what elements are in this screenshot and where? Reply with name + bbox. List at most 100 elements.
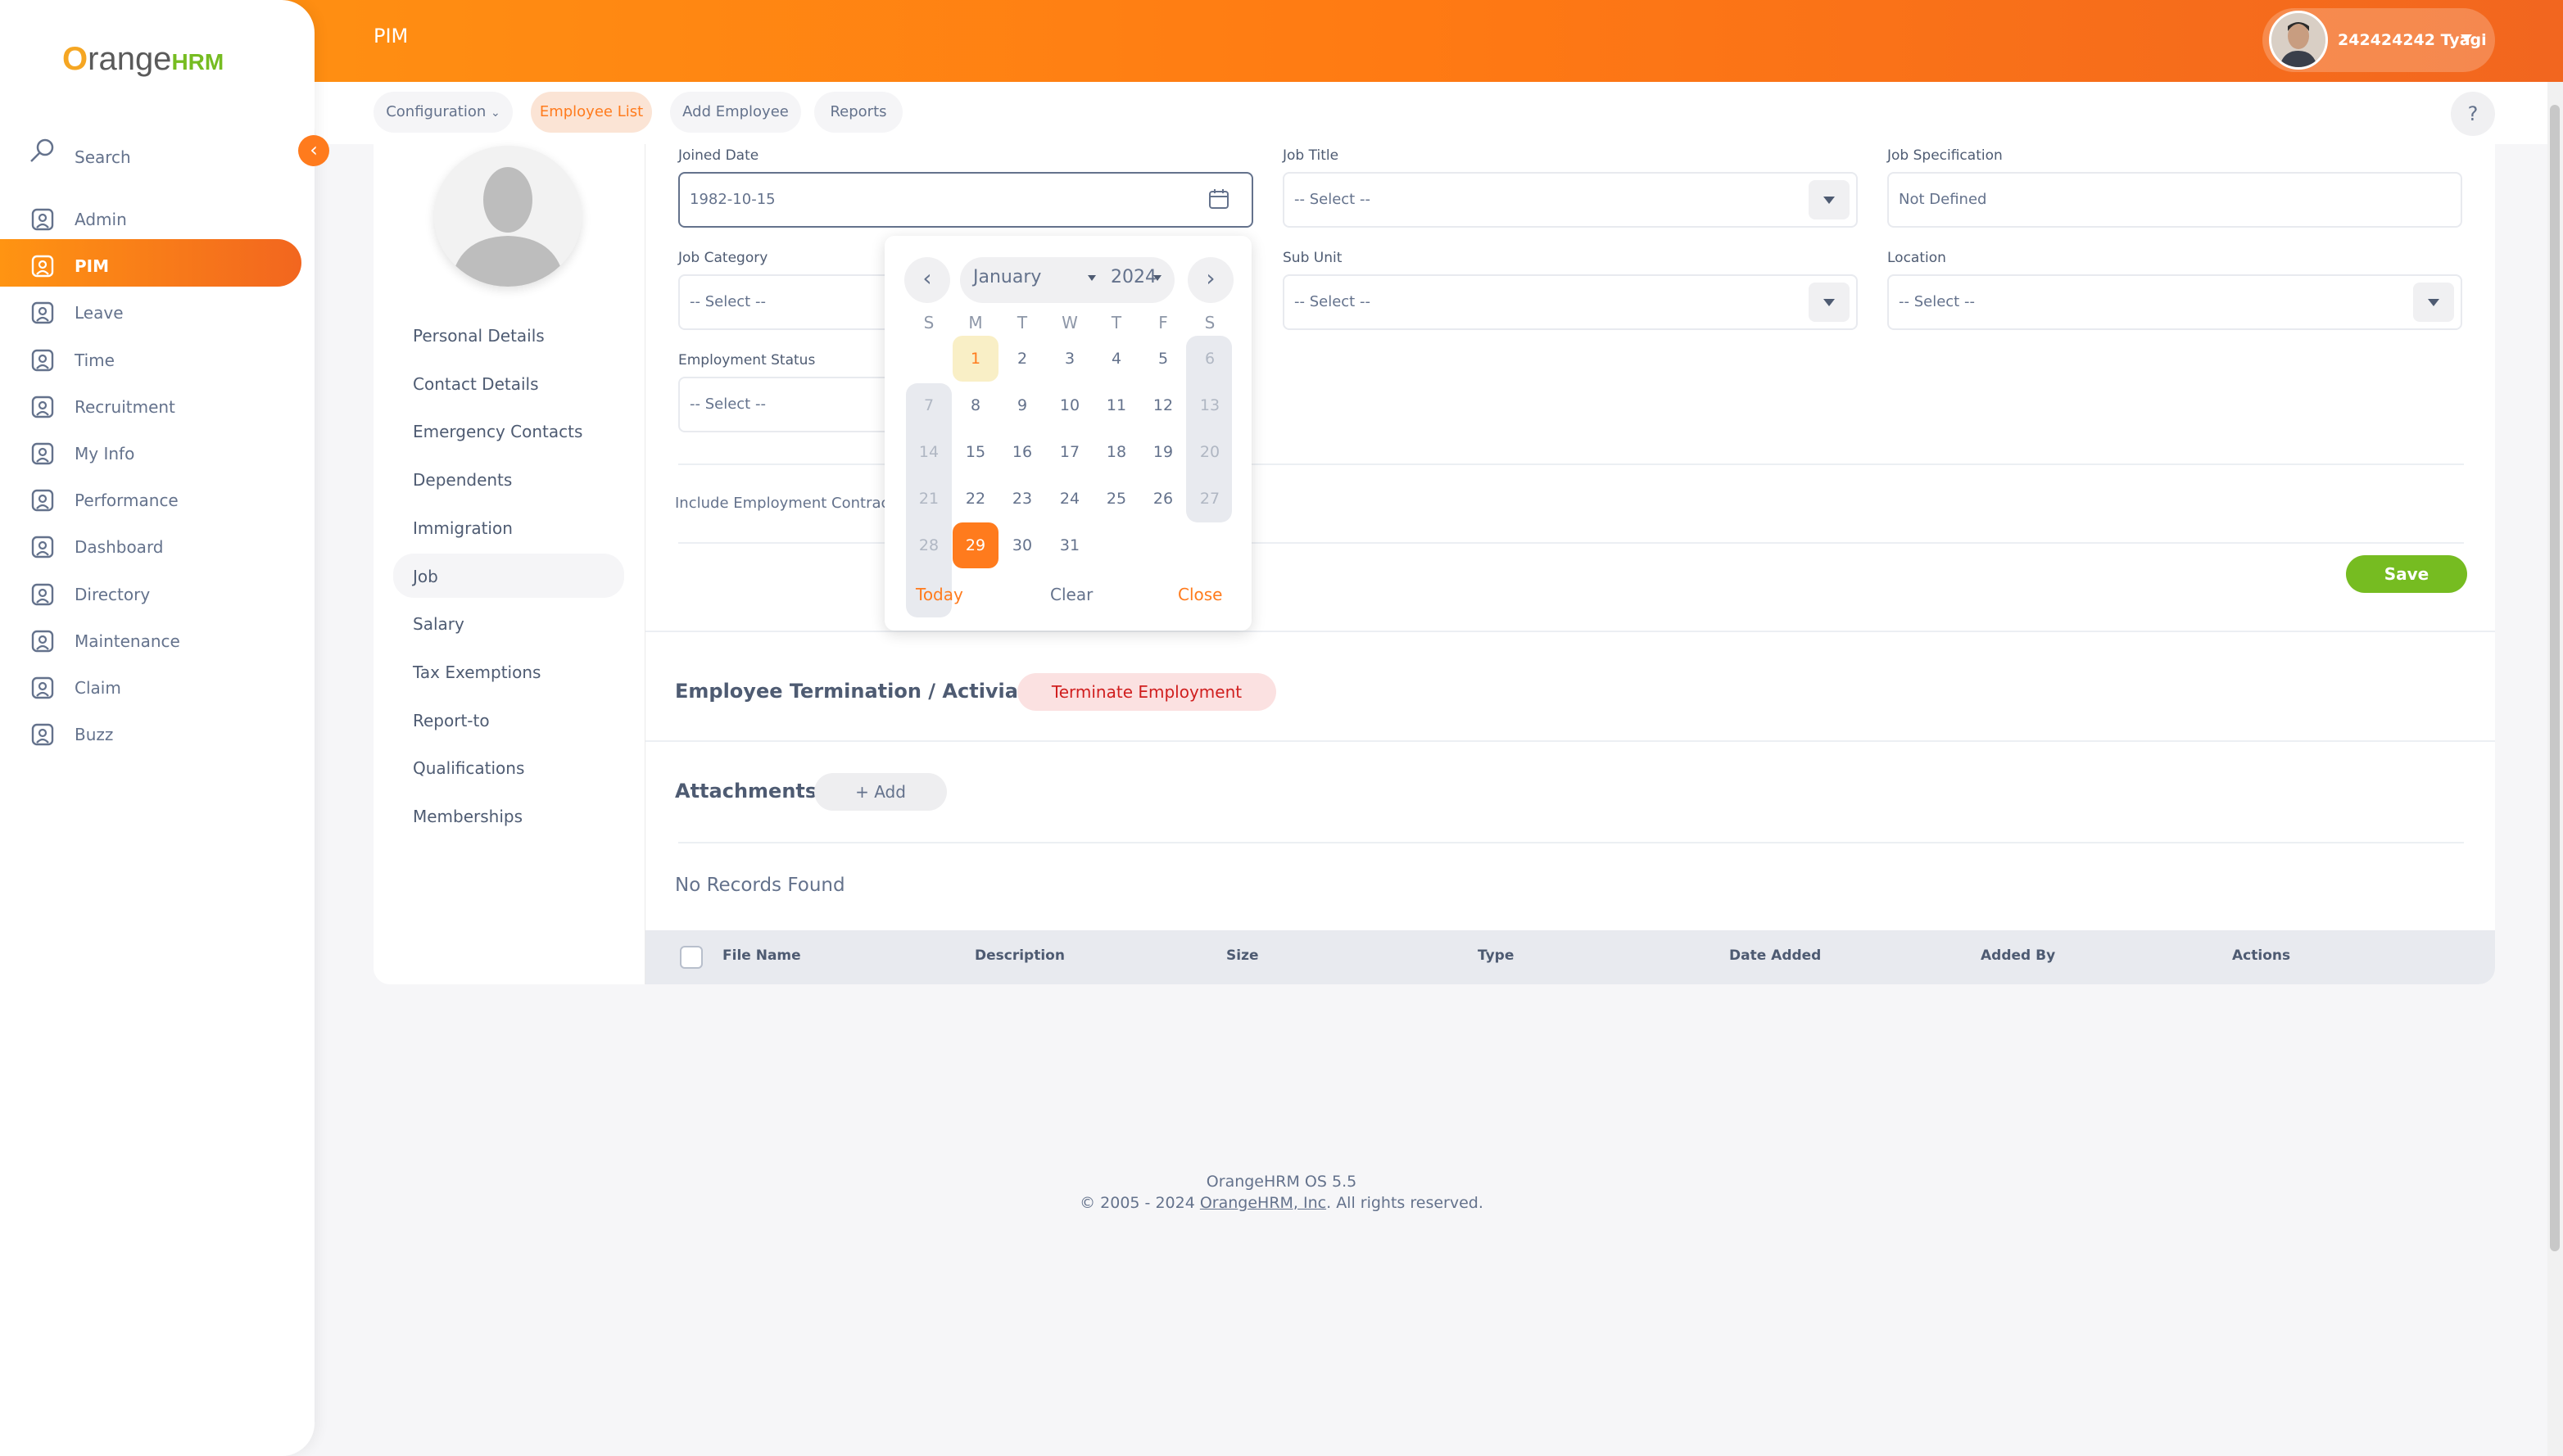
tab-qualifications[interactable]: Qualifications (413, 758, 524, 778)
terminate-employment-button[interactable]: Terminate Employment (1017, 673, 1276, 711)
calendar-day[interactable]: 5 (1140, 336, 1186, 382)
sidebar-item-claim[interactable]: Claim (75, 678, 121, 698)
next-month-button[interactable]: › (1188, 257, 1234, 303)
job-title-select[interactable]: -- Select -- (1283, 172, 1858, 228)
pim-icon[interactable] (28, 251, 57, 281)
sidebar-collapse-button[interactable]: ‹ (298, 135, 329, 166)
tab-report-to[interactable]: Report-to (413, 711, 490, 730)
leave-icon[interactable] (28, 298, 57, 328)
tab-salary[interactable]: Salary (413, 614, 464, 634)
calendar-day[interactable]: 16 (999, 429, 1045, 475)
time-icon[interactable] (28, 346, 57, 375)
calendar-day[interactable]: 20 (1187, 429, 1233, 475)
sidebar-item-admin[interactable]: Admin (75, 210, 127, 229)
calendar-day[interactable]: 18 (1094, 429, 1139, 475)
my-info-icon[interactable] (28, 439, 57, 468)
sidebar-item-buzz[interactable]: Buzz (75, 725, 113, 744)
sidebar-item-maintenance[interactable]: Maintenance (75, 631, 180, 651)
datepicker-close-button[interactable]: Close (1178, 585, 1222, 604)
sub-unit-select[interactable]: -- Select -- (1283, 274, 1858, 330)
calendar-day[interactable]: 19 (1140, 429, 1186, 475)
previous-month-button[interactable]: ‹ (904, 257, 950, 303)
calendar-day[interactable]: 30 (999, 522, 1045, 568)
calendar-day[interactable]: 25 (1094, 476, 1139, 522)
company-link[interactable]: OrangeHRM, Inc (1200, 1194, 1326, 1212)
claim-icon[interactable] (28, 673, 57, 703)
performance-icon[interactable] (28, 486, 57, 515)
tab-emergency-contacts[interactable]: Emergency Contacts (413, 422, 582, 441)
calendar-day[interactable]: 28 (906, 522, 952, 568)
calendar-day[interactable]: 26 (1140, 476, 1186, 522)
help-button[interactable]: ? (2451, 92, 2495, 136)
calendar-day[interactable]: 2 (999, 336, 1045, 382)
calendar-day[interactable]: 17 (1047, 429, 1093, 475)
month-select[interactable]: January (973, 267, 1041, 287)
footer-version: OrangeHRM OS 5.5 (1206, 1173, 1357, 1191)
calendar-day[interactable]: 31 (1047, 522, 1093, 568)
calendar-day[interactable]: 24 (1047, 476, 1093, 522)
nav-employee-list[interactable]: Employee List (531, 92, 652, 133)
year-select[interactable]: 2024 (1111, 267, 1157, 287)
admin-icon[interactable] (28, 205, 57, 234)
add-attachment-button[interactable]: + Add (814, 773, 947, 811)
tab-dependents[interactable]: Dependents (413, 470, 512, 490)
tab-job[interactable]: Job (413, 567, 438, 586)
calendar-day[interactable]: 29 (953, 522, 998, 568)
directory-icon[interactable] (28, 580, 57, 609)
tab-contact-details[interactable]: Contact Details (413, 374, 539, 394)
recruitment-icon[interactable] (28, 392, 57, 422)
tab-personal-details[interactable]: Personal Details (413, 326, 545, 346)
datepicker-today-button[interactable]: Today (916, 585, 963, 604)
caret-down-icon[interactable] (2461, 34, 2472, 42)
scrollbar-thumb[interactable] (2550, 105, 2560, 1251)
nav-add-employee[interactable]: Add Employee (670, 92, 801, 133)
tab-tax-exemptions[interactable]: Tax Exemptions (413, 662, 541, 682)
sidebar-item-dashboard[interactable]: Dashboard (75, 537, 164, 557)
save-button[interactable]: Save (2346, 555, 2467, 593)
calendar-day[interactable]: 10 (1047, 382, 1093, 428)
calendar-day[interactable]: 7 (906, 382, 952, 428)
location-select[interactable]: -- Select -- (1887, 274, 2462, 330)
calendar-day[interactable]: 9 (999, 382, 1045, 428)
select-all-checkbox[interactable] (680, 946, 703, 969)
calendar-day[interactable]: 13 (1187, 382, 1233, 428)
calendar-day[interactable]: 23 (999, 476, 1045, 522)
maintenance-icon[interactable] (28, 626, 57, 656)
user-avatar[interactable] (2269, 11, 2328, 70)
tab-immigration[interactable]: Immigration (413, 518, 513, 538)
sidebar-item-leave[interactable]: Leave (75, 303, 124, 323)
sidebar-item-time[interactable]: Time (75, 350, 115, 370)
datepicker-clear-button[interactable]: Clear (1050, 585, 1093, 604)
calendar-icon[interactable] (1207, 188, 1230, 210)
calendar-day[interactable]: 1 (953, 336, 998, 382)
calendar-day[interactable]: 3 (1047, 336, 1093, 382)
sidebar-item-recruitment[interactable]: Recruitment (75, 397, 175, 417)
calendar-day[interactable]: 15 (953, 429, 998, 475)
employee-profile-picture[interactable] (434, 146, 582, 287)
nav-configuration[interactable]: Configuration ⌄ (374, 92, 513, 133)
sidebar-item-performance[interactable]: Performance (75, 491, 179, 510)
sidebar-search[interactable]: Search (75, 147, 131, 167)
sidebar-item-my-info[interactable]: My Info (75, 444, 134, 463)
calendar-day[interactable]: 21 (906, 476, 952, 522)
calendar-day[interactable]: 27 (1187, 476, 1233, 522)
column-header-type: Type (1478, 947, 1515, 964)
nav-reports[interactable]: Reports (814, 92, 903, 133)
calendar-day[interactable]: 11 (1094, 382, 1139, 428)
calendar-day[interactable]: 8 (953, 382, 998, 428)
calendar-day[interactable]: 12 (1140, 382, 1186, 428)
buzz-icon[interactable] (28, 720, 57, 749)
sidebar-item-pim[interactable]: PIM (75, 256, 109, 276)
job-category-select[interactable]: -- Select -- (678, 274, 891, 330)
calendar-day[interactable]: 22 (953, 476, 998, 522)
sidebar-item-directory[interactable]: Directory (75, 585, 150, 604)
tab-memberships[interactable]: Memberships (413, 807, 523, 826)
calendar-day[interactable]: 14 (906, 429, 952, 475)
search-icon[interactable] (28, 136, 57, 165)
calendar-day[interactable]: 4 (1094, 336, 1139, 382)
dashboard-icon[interactable] (28, 532, 57, 562)
joined-date-input[interactable]: 1982-10-15 (678, 172, 1253, 228)
weekday-header: M (968, 313, 983, 332)
calendar-day[interactable]: 6 (1187, 336, 1233, 382)
employment-status-select[interactable]: -- Select -- (678, 377, 891, 432)
